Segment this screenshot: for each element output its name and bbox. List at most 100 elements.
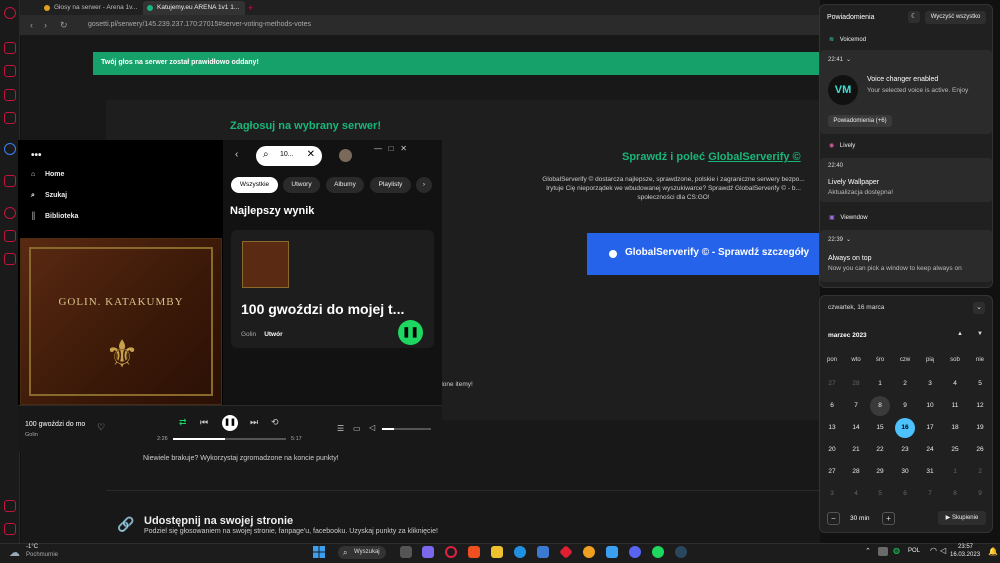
- nav-search[interactable]: ⌕ Szukaj: [31, 192, 67, 200]
- spotify-icon[interactable]: [652, 546, 664, 558]
- steam-icon[interactable]: [675, 546, 687, 558]
- next-month-icon[interactable]: ▼: [977, 331, 983, 337]
- chip-playlists[interactable]: Playlisty: [370, 177, 411, 193]
- clear-all-button[interactable]: Wyczyść wszystko: [925, 11, 986, 24]
- calendar-day[interactable]: 1: [870, 374, 890, 394]
- calendar-day[interactable]: 14: [846, 418, 866, 438]
- history-icon[interactable]: [4, 207, 16, 219]
- discord-icon[interactable]: [629, 546, 641, 558]
- clear-icon[interactable]: ✕: [307, 149, 315, 160]
- increase-focus-button[interactable]: +: [882, 512, 895, 525]
- file-explorer-icon[interactable]: [491, 546, 503, 558]
- calendar-day[interactable]: 7: [920, 484, 940, 504]
- calendar-day[interactable]: 20: [822, 440, 842, 460]
- calendar-day[interactable]: 8: [945, 484, 965, 504]
- calendar-day[interactable]: 17: [920, 418, 940, 438]
- messenger-icon[interactable]: [4, 143, 16, 155]
- nav-library[interactable]: ║ Biblioteka: [31, 213, 78, 220]
- volume-icon[interactable]: ◁: [369, 423, 375, 432]
- cloud-icon[interactable]: ☁: [9, 546, 20, 559]
- calendar-day[interactable]: 31: [920, 462, 940, 482]
- player-icon[interactable]: [4, 175, 16, 187]
- maximize-icon[interactable]: □: [389, 144, 394, 153]
- globalserverify-link[interactable]: GlobalServerify ©: [708, 151, 800, 163]
- calendar-day[interactable]: 2: [895, 374, 915, 394]
- tray-app-icon[interactable]: [878, 547, 888, 556]
- tray-chevron-icon[interactable]: ⌃: [865, 547, 871, 555]
- calendar-day[interactable]: 3: [822, 484, 842, 504]
- url-field[interactable]: gosetti.pl/serwery/145.239.237.170:27015…: [88, 21, 311, 28]
- calendar-day[interactable]: 5: [970, 374, 990, 394]
- calendar-day[interactable]: 26: [970, 440, 990, 460]
- taskbar-search[interactable]: ⌕ Wyszukaj: [338, 546, 386, 559]
- previous-icon[interactable]: ⏮: [200, 417, 208, 428]
- instagram-icon[interactable]: [4, 112, 16, 124]
- calendar-day[interactable]: 3: [920, 374, 940, 394]
- clock-date[interactable]: 16.03.2023: [950, 552, 980, 558]
- opera-logo-icon[interactable]: [4, 7, 16, 19]
- clock-time[interactable]: 23:57: [958, 544, 973, 550]
- like-icon[interactable]: ♡: [97, 422, 105, 433]
- tray-app-icon[interactable]: ◍: [893, 546, 900, 555]
- tab-katujemy[interactable]: Katujemy.eu ARENA 1v1 1...: [143, 1, 245, 15]
- calendar-day[interactable]: 4: [846, 484, 866, 504]
- calendar-day[interactable]: 5: [870, 484, 890, 504]
- calendar-day[interactable]: 22: [870, 440, 890, 460]
- calendar-day[interactable]: 13: [822, 418, 842, 438]
- calendar-day[interactable]: 9: [970, 484, 990, 504]
- calendar-day[interactable]: 18: [945, 418, 965, 438]
- more-notifications-button[interactable]: Powiadomienia (+6): [828, 115, 892, 127]
- chip-albums[interactable]: Albumy: [326, 177, 364, 193]
- calendar-day[interactable]: 12: [970, 396, 990, 416]
- devices-icon[interactable]: ▭: [353, 424, 361, 433]
- queue-icon[interactable]: ☰: [337, 424, 344, 433]
- calendar-day[interactable]: 23: [895, 440, 915, 460]
- language-indicator[interactable]: POL: [908, 548, 920, 554]
- search-input[interactable]: ⌕ 10... ✕: [256, 146, 322, 166]
- avatar[interactable]: [339, 149, 352, 162]
- new-tab-button[interactable]: +: [248, 1, 260, 15]
- weather-temp[interactable]: -1°C: [26, 544, 38, 550]
- chat-icon[interactable]: [422, 546, 434, 558]
- next-icon[interactable]: ⏭: [250, 417, 258, 428]
- minimize-icon[interactable]: —: [374, 144, 382, 153]
- prev-month-icon[interactable]: ▲: [957, 331, 963, 337]
- chevron-down-icon[interactable]: ⌄: [846, 236, 851, 243]
- weather-desc[interactable]: Pochmurnie: [26, 552, 58, 558]
- pause-button[interactable]: ❚❚: [398, 320, 423, 345]
- edge-icon[interactable]: [514, 546, 526, 558]
- shuffle-icon[interactable]: ⇄: [179, 417, 187, 428]
- calendar-day[interactable]: 7: [846, 396, 866, 416]
- calendar-day[interactable]: 30: [895, 462, 915, 482]
- calendar-day[interactable]: 28: [846, 462, 866, 482]
- calendar-month[interactable]: marzec 2023: [828, 332, 867, 339]
- best-track-title[interactable]: 100 gwoździ do mojej t...: [241, 301, 404, 317]
- forward-icon[interactable]: ›: [44, 20, 47, 30]
- settings-icon[interactable]: [4, 253, 16, 265]
- calendar-day[interactable]: 6: [822, 396, 842, 416]
- more-icon[interactable]: [4, 523, 16, 535]
- now-playing-artist[interactable]: Golin: [25, 432, 38, 438]
- calendar-day[interactable]: 1: [945, 462, 965, 482]
- calendar-day[interactable]: 2: [970, 462, 990, 482]
- brave-icon[interactable]: [468, 546, 480, 558]
- menu-dots-icon[interactable]: •••: [31, 150, 42, 161]
- calendar-day[interactable]: 16: [895, 418, 915, 438]
- calendar-day[interactable]: 21: [846, 440, 866, 460]
- calendar-day[interactable]: 9: [895, 396, 915, 416]
- chip-all[interactable]: Wszystkie: [231, 177, 278, 193]
- chevron-down-icon[interactable]: ⌄: [846, 56, 851, 63]
- speed-dial-icon[interactable]: [4, 42, 16, 54]
- play-pause-button[interactable]: ❚❚: [222, 415, 238, 431]
- opera-gx-icon[interactable]: [445, 546, 457, 558]
- notifications-bell-icon[interactable]: 🔔: [988, 547, 998, 556]
- calendar-day[interactable]: 27: [822, 462, 842, 482]
- twitch-icon[interactable]: [4, 89, 16, 101]
- globalserverify-button[interactable]: GlobalServerify © - Sprawdź szczegóły: [587, 233, 820, 275]
- volume-icon[interactable]: ◁: [940, 546, 946, 555]
- cube-icon[interactable]: [4, 230, 16, 242]
- chip-tracks[interactable]: Utwory: [283, 177, 320, 193]
- calendar-day[interactable]: 10: [920, 396, 940, 416]
- calendar-day[interactable]: 24: [920, 440, 940, 460]
- back-icon[interactable]: ‹: [235, 149, 238, 160]
